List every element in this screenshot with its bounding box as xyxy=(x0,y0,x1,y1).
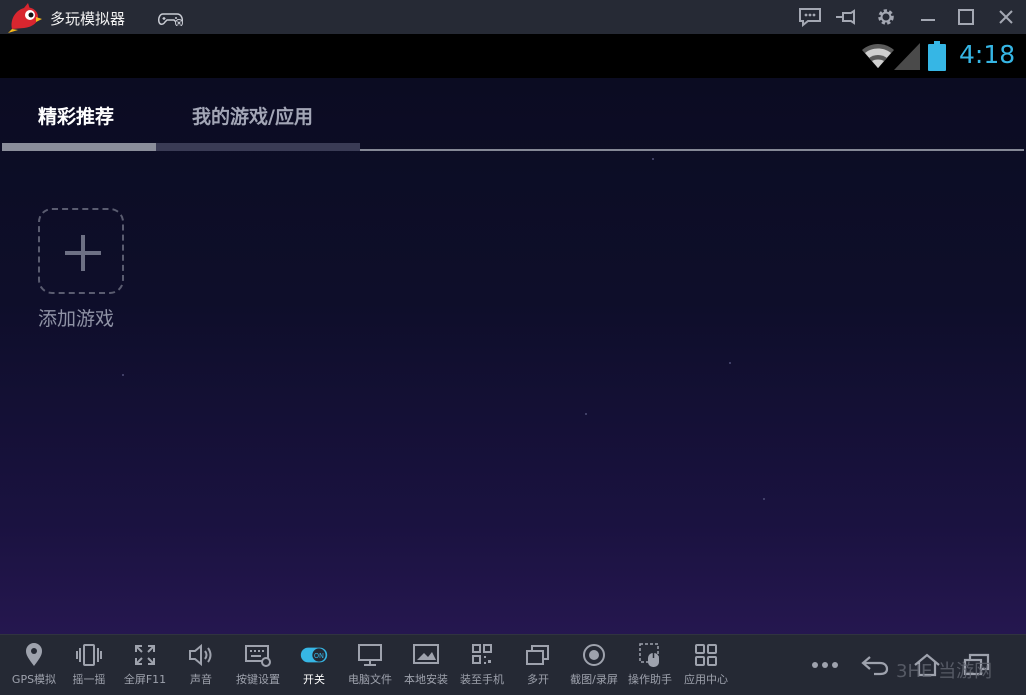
pin-button[interactable] xyxy=(833,5,859,29)
fullscreen-icon xyxy=(131,642,159,668)
back-icon[interactable] xyxy=(860,651,890,679)
status-clock: 4:18 xyxy=(959,40,1016,69)
operation-assistant-button[interactable]: 操作助手 xyxy=(622,635,678,695)
multi-instance-button[interactable]: 多开 xyxy=(510,635,566,695)
speaker-icon xyxy=(187,642,215,668)
plus-icon xyxy=(65,235,101,271)
screenshot-record-button[interactable]: 截图/录屏 xyxy=(566,635,622,695)
toolbar-label: 装至手机 xyxy=(460,673,504,686)
install-to-phone-button[interactable]: 装至手机 xyxy=(454,635,510,695)
battery-icon xyxy=(928,41,946,71)
background-star xyxy=(652,158,654,160)
settings-button[interactable] xyxy=(873,5,899,29)
tab-my-games[interactable]: 我的游戏/应用 xyxy=(192,102,313,129)
toolbar-label: 操作助手 xyxy=(628,673,672,686)
tab-divider xyxy=(360,149,1024,151)
maximize-icon xyxy=(958,9,974,25)
pin-icon xyxy=(836,9,855,25)
background-star xyxy=(122,374,124,376)
gps-simulate-button[interactable]: GPS模拟 xyxy=(6,635,62,695)
bird-logo-icon xyxy=(8,3,42,33)
add-game-label: 添加游戏 xyxy=(38,308,115,330)
gamepad-icon[interactable] xyxy=(158,9,184,26)
tab-indicator-active xyxy=(2,143,156,151)
fullscreen-button[interactable]: 全屏F11 xyxy=(117,635,173,695)
emulator-window: 多玩模拟器 4:18 精彩推荐 我的游戏/应用 添加游戏 GPS模拟 摇一摇 全… xyxy=(0,0,1026,695)
feedback-button[interactable] xyxy=(797,5,823,29)
toolbar-label: 电脑文件 xyxy=(348,673,392,686)
background-star xyxy=(729,362,731,364)
toolbar-label: 全屏F11 xyxy=(123,673,167,686)
cell-signal-icon xyxy=(894,43,920,70)
shake-icon xyxy=(75,642,103,668)
minimize-button[interactable] xyxy=(915,5,941,29)
tab-indicator-inactive xyxy=(156,143,360,151)
toolbar-label: 按键设置 xyxy=(236,673,280,686)
multi-window-icon xyxy=(524,642,552,668)
toolbar-label: 本地安装 xyxy=(404,673,448,686)
toggle-on-icon: ON xyxy=(300,642,328,668)
minimize-icon xyxy=(921,19,935,21)
local-install-button[interactable]: 本地安装 xyxy=(398,635,454,695)
title-bar: 多玩模拟器 xyxy=(0,0,1026,34)
toolbar-label: GPS模拟 xyxy=(11,673,57,686)
more-icon[interactable] xyxy=(810,651,840,679)
toggle-switch-button[interactable]: ON 开关 xyxy=(286,635,342,695)
toolbar-label: 多开 xyxy=(527,673,549,686)
bottom-toolbar: GPS模拟 摇一摇 全屏F11 声音 按键设置 ON 开关 电脑文件 本地安装 … xyxy=(0,634,1026,695)
location-pin-icon xyxy=(20,642,48,668)
mouse-assist-icon xyxy=(636,642,664,668)
toolbar-label: 截图/录屏 xyxy=(570,673,618,686)
gear-icon xyxy=(878,9,894,25)
add-game-button[interactable] xyxy=(38,208,124,294)
background-star xyxy=(763,498,765,500)
app-center-button[interactable]: 应用中心 xyxy=(678,635,734,695)
keyboard-settings-icon xyxy=(244,642,272,668)
record-icon xyxy=(580,642,608,668)
home-screen: 精彩推荐 我的游戏/应用 添加游戏 xyxy=(0,78,1026,634)
toggle-badge: ON xyxy=(314,652,324,660)
chat-bubble-icon xyxy=(799,8,821,27)
watermark: 3HE 当游网 xyxy=(896,661,993,682)
shake-button[interactable]: 摇一摇 xyxy=(61,635,117,695)
key-settings-button[interactable]: 按键设置 xyxy=(230,635,286,695)
toolbar-label: 摇一摇 xyxy=(72,673,106,686)
toolbar-label: 开关 xyxy=(303,673,325,686)
maximize-button[interactable] xyxy=(953,5,979,29)
sound-button[interactable]: 声音 xyxy=(173,635,229,695)
toolbar-label: 声音 xyxy=(190,673,212,686)
toolbar-label: 应用中心 xyxy=(684,673,728,686)
close-button[interactable] xyxy=(993,5,1019,29)
install-icon xyxy=(412,642,440,668)
background-star xyxy=(585,413,587,415)
app-title: 多玩模拟器 xyxy=(50,10,126,28)
close-icon xyxy=(999,10,1013,24)
wifi-icon xyxy=(862,44,894,68)
app-grid-icon xyxy=(692,642,720,668)
qr-phone-icon xyxy=(468,642,496,668)
pc-files-button[interactable]: 电脑文件 xyxy=(342,635,398,695)
monitor-icon xyxy=(356,642,384,668)
tab-featured[interactable]: 精彩推荐 xyxy=(38,102,114,129)
